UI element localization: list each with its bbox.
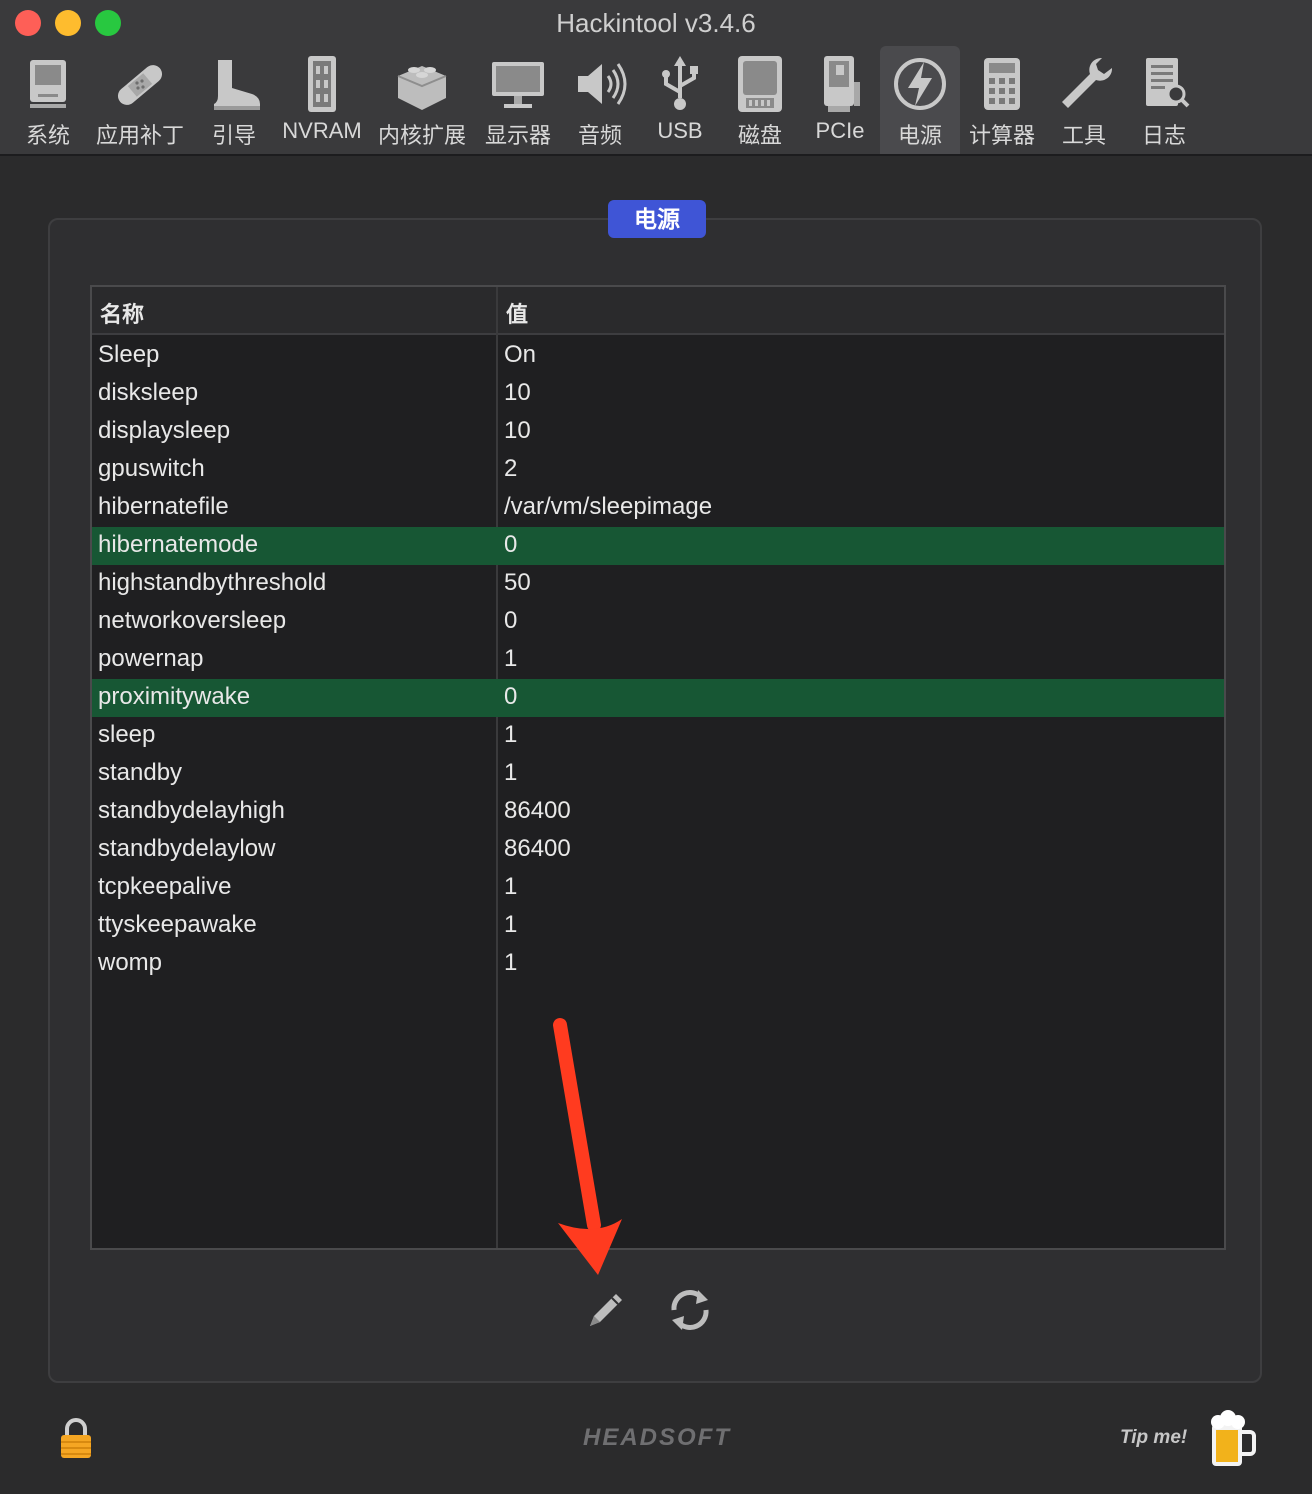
pcie-card-icon [824,56,860,112]
refresh-icon [671,1290,709,1330]
toolbar-item-nvram[interactable]: NVRAM [282,46,362,154]
row-name-cell: displaysleep [98,417,231,444]
row-value-cell: 1 [504,873,518,900]
refresh-button[interactable] [664,1284,716,1336]
row-name-cell: standbydelaylow [98,835,276,862]
row-name-cell: gpuswitch [98,455,205,482]
row-name-cell: standbydelayhigh [98,797,285,824]
row-value-cell: 1 [504,645,518,672]
power-bolt-icon [894,58,946,110]
column-header-name[interactable]: 名称 [100,297,144,329]
system-icon [30,60,66,108]
beer-mug-icon[interactable] [1206,1408,1256,1470]
row-name-cell: proximitywake [98,683,251,710]
toolbar-item-label: 日志 [1141,123,1186,148]
row-name-cell: disksleep [98,379,199,406]
patch-bandage-icon [117,65,163,105]
column-header-value[interactable]: 值 [506,297,528,329]
window-title: Hackintool v3.4.6 [556,8,756,38]
boot-icon [214,60,260,110]
table-row[interactable]: standbydelayhigh 86400 [92,793,1224,831]
toolbar-item-system[interactable]: 系统 [8,46,88,154]
table-row[interactable]: tcpkeepalive 1 [92,869,1224,907]
row-name-cell: standby [98,759,183,786]
tip-me-link[interactable]: Tip me! [1120,1427,1187,1449]
lock-icon[interactable] [58,1416,94,1460]
table-row[interactable]: ttyskeepawake 1 [92,907,1224,945]
row-value-cell: 0 [504,531,518,558]
table-row[interactable]: disksleep 10 [92,375,1224,413]
row-name-cell: hibernatefile [98,493,229,520]
row-name-cell: highstandbythreshold [98,569,327,596]
row-name-cell: tcpkeepalive [98,873,232,900]
toolbar-item-kext[interactable]: 内核扩展 [378,46,466,154]
table-row[interactable]: hibernatemode 0 [92,527,1224,565]
table-row[interactable]: networkoversleep 0 [92,603,1224,641]
row-value-cell: /var/vm/sleepimage [504,493,713,520]
log-document-icon [1146,58,1190,108]
table-row[interactable]: displaysleep 10 [92,413,1224,451]
table-row[interactable]: highstandbythreshold 50 [92,565,1224,603]
table-row[interactable]: womp 1 [92,945,1224,983]
table-row[interactable]: proximitywake 0 [92,679,1224,717]
table-header: 名称 值 [92,287,1224,335]
table-row[interactable]: hibernatefile/var/vm/sleepimage [92,489,1224,527]
toolbar-item-log[interactable]: 日志 [1124,46,1204,154]
toolbar-item-patch[interactable]: 应用补丁 [96,46,184,154]
row-value-cell: 50 [504,569,531,596]
kext-brick-icon [397,66,447,110]
row-value-cell: 86400 [504,797,571,824]
table-row[interactable]: Sleep On [92,337,1224,375]
table-row[interactable]: standbydelaylow 86400 [92,831,1224,869]
display-icon [492,62,544,108]
pencil-icon [590,1294,622,1326]
annotation-arrow-icon [553,1018,622,1275]
row-name-cell: networkoversleep [98,607,287,634]
edit-button[interactable] [582,1286,630,1334]
row-value-cell: 1 [504,721,518,748]
table-row[interactable]: powernap 1 [92,641,1224,679]
headsoft-logo: HEADSOFT [583,1424,731,1451]
row-value-cell: 86400 [504,835,571,862]
table-row[interactable]: gpuswitch 2 [92,451,1224,489]
speaker-icon [578,63,627,105]
wrench-icon [1062,57,1113,108]
row-value-cell: 10 [504,379,531,406]
calculator-icon [984,58,1020,110]
row-value-cell: 1 [504,911,518,938]
table-body: Sleep On disksleep 10 displaysleep 10 gpuswitc… [92,337,1224,983]
row-name-cell: powernap [98,645,204,672]
toolbar: 系统 应用补丁 引导 NVRAM 内核扩展 显示器 音频 USB 磁盘 PCIe… [0,46,1312,156]
row-value-cell: 1 [504,759,518,786]
row-name-cell: ttyskeepawake [98,911,257,938]
nvram-chip-icon [308,56,336,112]
usb-icon [662,56,698,110]
row-value-cell: 0 [504,607,518,634]
row-name-cell: hibernatemode [98,531,259,558]
row-value-cell: 1 [504,949,518,976]
row-name-cell: womp [98,949,163,976]
row-name-cell: sleep [98,721,156,748]
group-title: 电源 [608,200,706,238]
power-settings-table[interactable]: 名称 值 Sleep On disksleep 10 displaysleep 10 gpu… [90,285,1226,1250]
row-value-cell: 2 [504,455,518,482]
disk-icon [738,56,782,112]
table-row[interactable]: sleep 1 [92,717,1224,755]
table-row[interactable]: standby 1 [92,755,1224,793]
title-bar: Hackintool v3.4.6 [0,0,1312,46]
row-name-cell: Sleep [98,341,160,368]
row-value-cell: 0 [504,683,518,710]
row-value-cell: On [504,341,537,368]
row-value-cell: 10 [504,417,531,444]
